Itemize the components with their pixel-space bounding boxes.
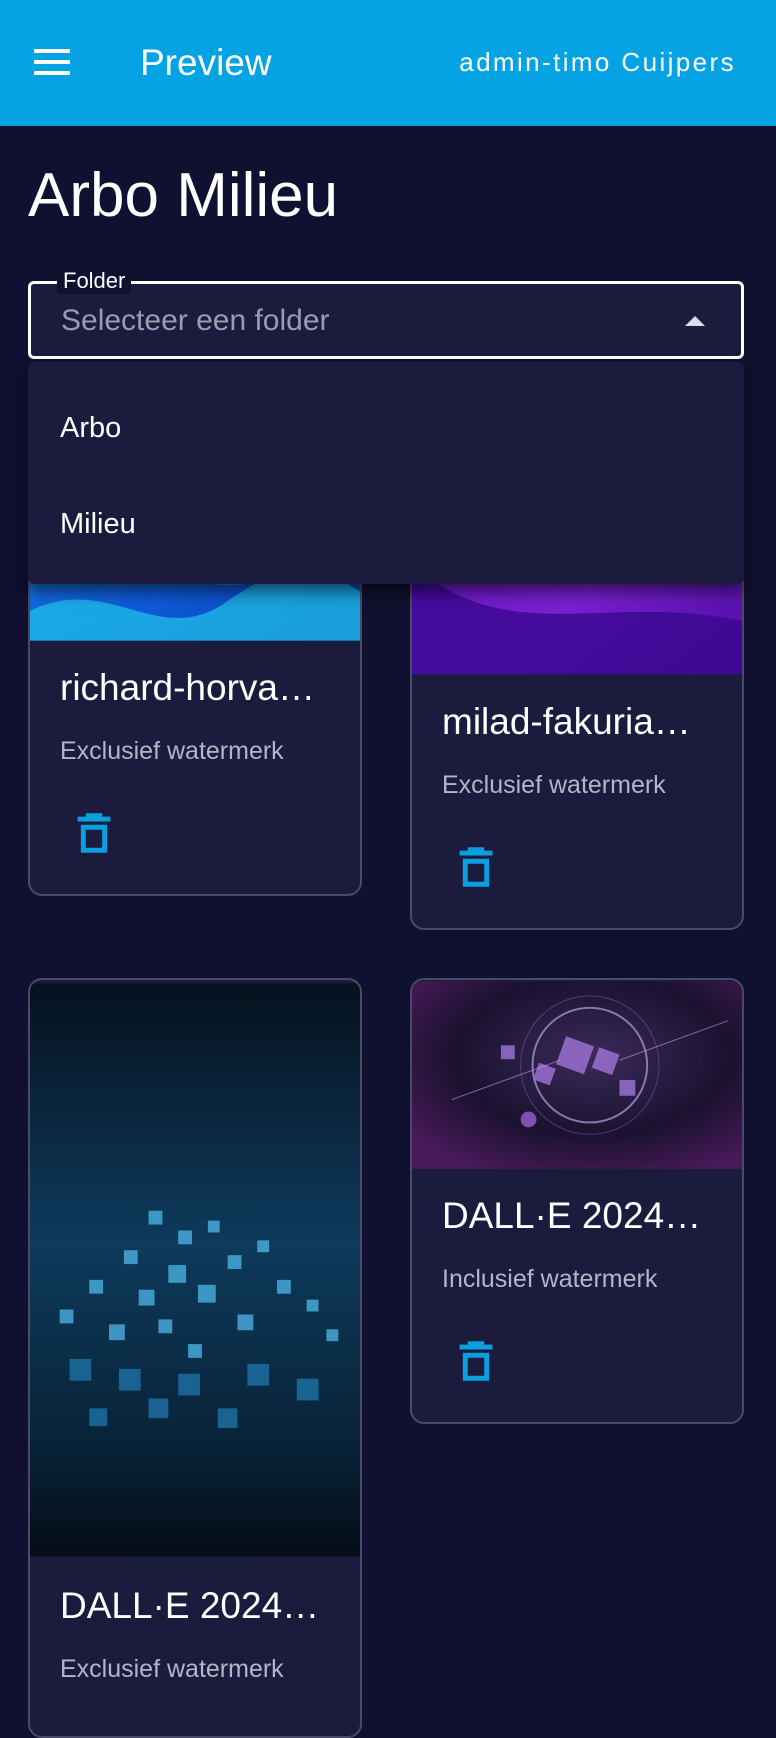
card-image (30, 983, 360, 1557)
card-title: DALL·E 2024… (442, 1195, 702, 1236)
menu-icon[interactable] (28, 40, 76, 84)
card-title: milad-fakuria… (442, 701, 691, 742)
delete-icon[interactable] (456, 1338, 496, 1384)
folder-option-arbo[interactable]: Arbo (28, 380, 744, 476)
caret-up-icon[interactable] (685, 316, 705, 326)
card-image (412, 981, 742, 1169)
card-subtitle: Exclusief watermerk (60, 737, 284, 765)
card-title: DALL·E 2024… (60, 1585, 320, 1626)
card-subtitle: Exclusief watermerk (442, 771, 666, 799)
folder-select[interactable]: Folder Selecteer een folder (28, 268, 744, 359)
card-title: richard-horva… (60, 667, 315, 708)
folder-option-milieu[interactable]: Milieu (28, 476, 744, 572)
folder-select-label: Folder (57, 268, 132, 294)
card-subtitle: Exclusief watermerk (60, 1655, 284, 1683)
folder-dropdown-menu: Arbo Milieu (28, 362, 744, 584)
image-card[interactable]: DALL·E 2024… Inclusief watermerk (410, 978, 744, 1424)
user-name[interactable]: admin-timo Cuijpers (459, 44, 736, 80)
app-bar: Preview admin-timo Cuijpers (0, 0, 776, 126)
image-card[interactable]: DALL·E 2024… Exclusief watermerk (28, 978, 362, 1738)
app-title: Preview (140, 42, 272, 83)
page-title: Arbo Milieu (28, 161, 339, 230)
delete-icon[interactable] (456, 844, 496, 890)
card-subtitle: Inclusief watermerk (442, 1265, 658, 1293)
delete-icon[interactable] (74, 810, 114, 856)
folder-select-placeholder: Selecteer een folder (61, 304, 330, 337)
